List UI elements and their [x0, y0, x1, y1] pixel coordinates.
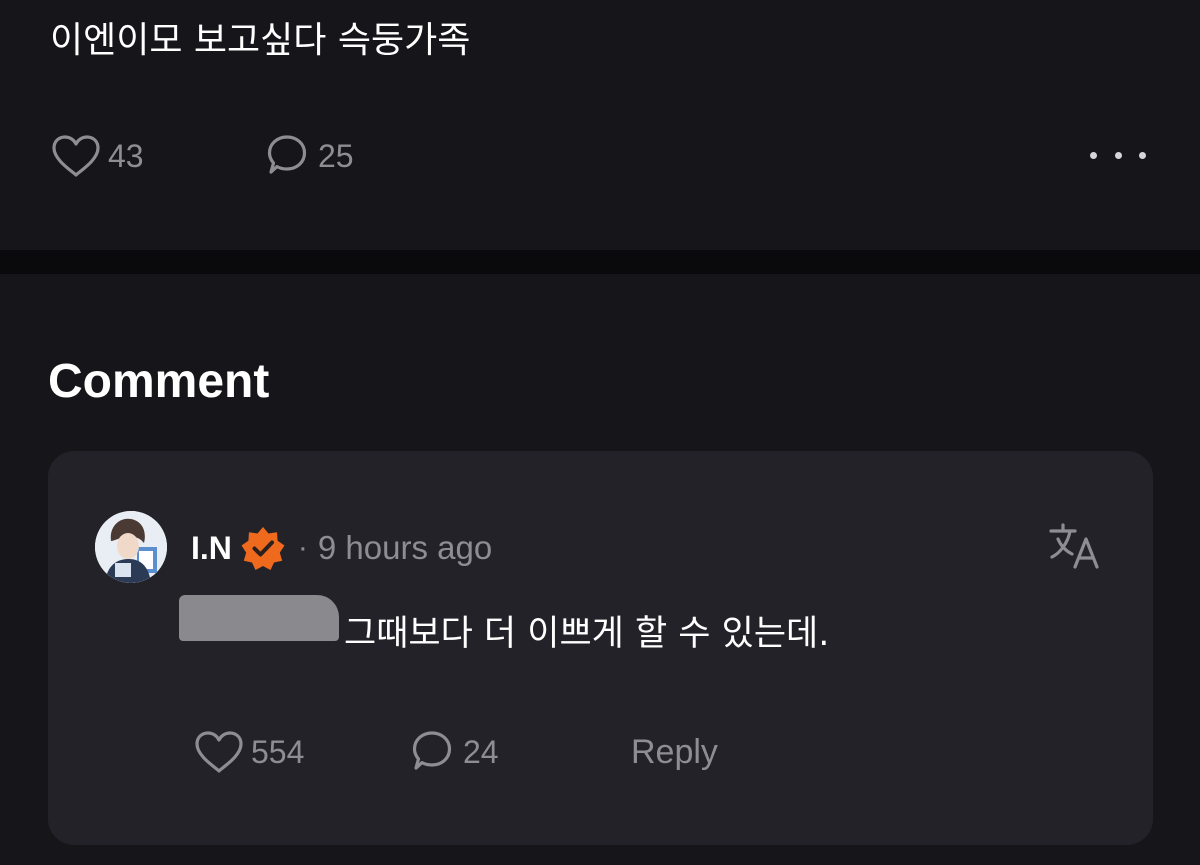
comment-like-count: 554: [251, 733, 305, 770]
comment-replies-button[interactable]: 24: [407, 728, 631, 776]
comment-actions: 554 24 Reply: [193, 726, 718, 778]
post-comment-button[interactable]: 25: [262, 132, 354, 180]
post-text: 이엔이모 보고싶다 슥둥가족: [50, 20, 471, 61]
dot: [1114, 151, 1122, 159]
comment-like-button[interactable]: 554: [193, 729, 407, 775]
heart-icon: [52, 135, 100, 177]
post-like-count: 43: [108, 137, 144, 174]
heart-icon: [195, 731, 243, 773]
dot: [1090, 151, 1097, 159]
reply-button[interactable]: Reply: [631, 733, 718, 772]
comment-reply-count: 24: [463, 733, 499, 770]
meta-separator: ·: [297, 531, 308, 564]
comment-heading: Comment: [48, 355, 270, 408]
post-like-button[interactable]: 43: [50, 133, 262, 179]
avatar-image: [95, 511, 167, 583]
author-name[interactable]: I.N: [191, 530, 232, 567]
verified-badge-icon: [241, 527, 285, 570]
redacted-block: [179, 595, 339, 641]
timestamp: 9 hours ago: [317, 529, 493, 566]
post-comment-count: 25: [318, 137, 354, 174]
translate-icon[interactable]: [1048, 521, 1102, 571]
comment-section: Comment I.N · 9 hours ago 그때보다 더 이쁘게 할 수…: [0, 274, 1200, 865]
dot: [1139, 151, 1146, 159]
post: 이엔이모 보고싶다 슥둥가족 43 25: [0, 0, 1200, 250]
avatar[interactable]: [95, 511, 167, 583]
section-divider: [0, 250, 1200, 274]
speech-bubble-icon: [412, 731, 452, 770]
post-actions: 43 25: [50, 130, 354, 182]
comment-text: 그때보다 더 이쁘게 할 수 있는데.: [344, 614, 830, 654]
more-horizontal-icon[interactable]: [1090, 146, 1146, 164]
comment-meta: I.N · 9 hours ago: [191, 523, 492, 573]
speech-bubble-icon: [267, 135, 307, 174]
comment-card: I.N · 9 hours ago 그때보다 더 이쁘게 할 수 있는데. 55…: [48, 451, 1153, 845]
